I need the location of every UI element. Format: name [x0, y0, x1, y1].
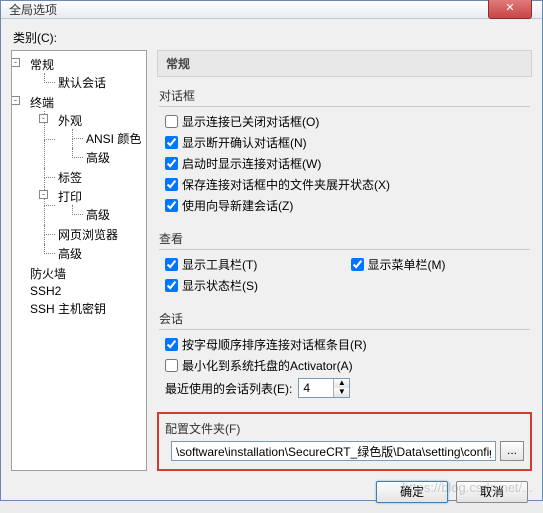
- ok-button[interactable]: 确定: [376, 481, 448, 503]
- cancel-button[interactable]: 取消: [456, 481, 528, 503]
- expand-icon[interactable]: -: [39, 190, 48, 199]
- browse-button[interactable]: ...: [500, 441, 524, 461]
- tree-item-appearance[interactable]: 外观: [58, 114, 82, 128]
- expand-icon[interactable]: -: [11, 58, 20, 67]
- checkbox-show-closed[interactable]: [165, 115, 178, 128]
- tree-item-terminal[interactable]: 终端: [30, 96, 54, 110]
- group-session: 会话 按字母顺序排序连接对话框条目(R) 最小化到系统托盘的Activator(…: [159, 310, 530, 400]
- checkbox-label: 最小化到系统托盘的Activator(A): [182, 357, 353, 374]
- dialog-footer: 确定 取消: [11, 471, 532, 503]
- group-title: 会话: [159, 310, 530, 327]
- tree-item-firewall[interactable]: 防火墙: [30, 267, 66, 281]
- tree-item-printing[interactable]: 打印: [58, 190, 82, 204]
- recent-list-spinner[interactable]: ▲ ▼: [298, 378, 350, 398]
- checkbox-show-statusbar[interactable]: [165, 279, 178, 292]
- titlebar: 全局选项 ✕: [1, 1, 542, 19]
- expand-icon[interactable]: -: [11, 96, 20, 105]
- window-title: 全局选项: [9, 1, 57, 18]
- checkbox-show-menubar[interactable]: [351, 258, 364, 271]
- checkbox-label: 显示断开确认对话框(N): [182, 134, 307, 151]
- checkbox-label: 显示工具栏(T): [182, 256, 257, 273]
- checkbox-label: 按字母顺序排序连接对话框条目(R): [182, 336, 367, 353]
- config-path-input[interactable]: [171, 441, 496, 461]
- checkbox-label: 启动时显示连接对话框(W): [182, 155, 321, 172]
- category-tree[interactable]: - 常规 默认会话 - 终端 - 外观 ANSI 颜色 高级: [11, 50, 147, 471]
- expand-icon[interactable]: -: [39, 114, 48, 123]
- group-dialogs: 对话框 显示连接已关闭对话框(O) 显示断开确认对话框(N) 启动时显示连接对话…: [159, 87, 530, 216]
- group-title: 对话框: [159, 87, 530, 104]
- settings-panel: 常规 对话框 显示连接已关闭对话框(O) 显示断开确认对话框(N) 启动时显示连…: [157, 50, 532, 471]
- checkbox-label: 保存连接对话框中的文件夹展开状态(X): [182, 176, 390, 193]
- tree-item-default-session[interactable]: 默认会话: [58, 76, 106, 90]
- recent-list-input[interactable]: [299, 380, 333, 396]
- group-title: 查看: [159, 230, 530, 247]
- tree-item-ansi-color[interactable]: ANSI 颜色: [86, 132, 141, 146]
- checkbox-label: 显示连接已关闭对话框(O): [182, 113, 319, 130]
- tree-item-tabs[interactable]: 标签: [58, 171, 82, 185]
- recent-list-label: 最近使用的会话列表(E):: [165, 380, 292, 397]
- category-label: 类别(C):: [13, 29, 532, 46]
- tree-item-advanced[interactable]: 高级: [58, 247, 82, 261]
- tree-item-advanced[interactable]: 高级: [86, 151, 110, 165]
- global-options-dialog: 全局选项 ✕ 类别(C): -常规 默认会话 -终端 -外观 A: [0, 0, 543, 501]
- spin-down-icon[interactable]: ▼: [334, 388, 349, 397]
- checkbox-sort-alpha[interactable]: [165, 338, 178, 351]
- checkbox-use-wizard[interactable]: [165, 199, 178, 212]
- tree-item-general[interactable]: 常规: [30, 58, 54, 72]
- checkbox-show-connect-startup[interactable]: [165, 157, 178, 170]
- checkbox-save-expand-state[interactable]: [165, 178, 178, 191]
- tree-item-advanced[interactable]: 高级: [86, 208, 110, 222]
- close-button[interactable]: ✕: [488, 0, 532, 19]
- group-view: 查看 显示工具栏(T) 显示菜单栏(M) 显示状态栏(S): [159, 230, 530, 296]
- panel-header: 常规: [157, 50, 532, 77]
- checkbox-label: 使用向导新建会话(Z): [182, 197, 293, 214]
- checkbox-label: 显示菜单栏(M): [368, 256, 446, 273]
- group-config-folder: 配置文件夹(F) ...: [157, 412, 532, 471]
- checkbox-label: 显示状态栏(S): [182, 277, 258, 294]
- tree-item-ssh-hostkeys[interactable]: SSH 主机密钥: [30, 302, 106, 316]
- group-title: 配置文件夹(F): [165, 420, 524, 437]
- checkbox-show-toolbar[interactable]: [165, 258, 178, 271]
- tree-item-ssh2[interactable]: SSH2: [30, 284, 61, 298]
- checkbox-minimize-tray[interactable]: [165, 359, 178, 372]
- tree-item-web-browser[interactable]: 网页浏览器: [58, 228, 118, 242]
- checkbox-show-disconnect-confirm[interactable]: [165, 136, 178, 149]
